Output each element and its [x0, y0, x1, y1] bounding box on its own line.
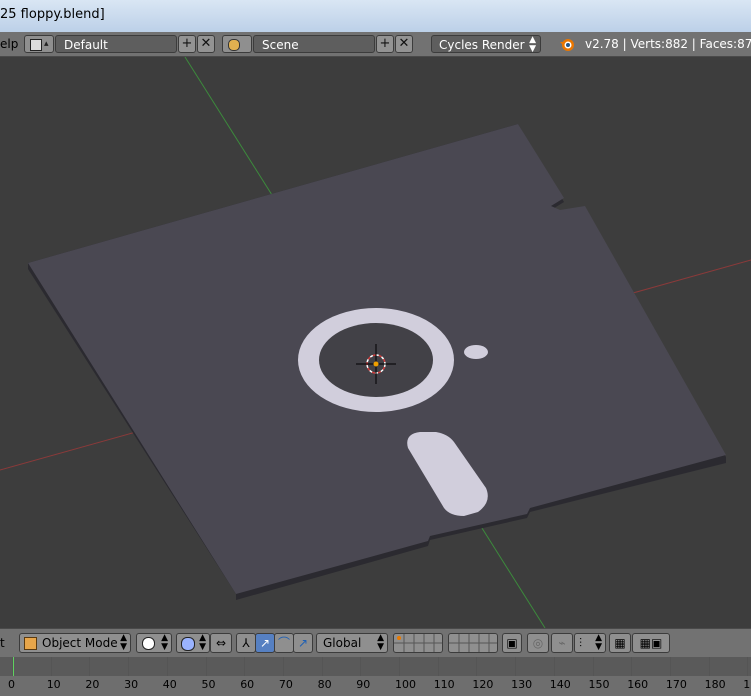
add-screen-button[interactable]: +	[178, 35, 196, 53]
timeline-tick-label: 100	[395, 678, 416, 691]
scale-manipulator-button[interactable]: ⌒	[274, 633, 294, 653]
snap-toggle-icon[interactable]: ⌁	[551, 633, 573, 653]
timeline-gridline	[89, 657, 91, 676]
timeline-tick-label: 90	[356, 678, 371, 691]
manipulator-extra-button[interactable]: ↗	[293, 633, 313, 653]
timeline-tick-label: 60	[240, 678, 255, 691]
timeline-tick-label: 170	[665, 678, 687, 691]
timeline-gridline	[476, 657, 478, 676]
blender-logo-icon	[560, 39, 574, 51]
delete-screen-button[interactable]: ✕	[197, 35, 215, 53]
layers-grid-2[interactable]	[448, 633, 498, 653]
timeline-gridline	[12, 657, 13, 676]
timeline-gridline	[166, 657, 168, 676]
timeline-editor[interactable]: 0 10 20 30 40 50 60 70 80 90 100 110 120 130 140 150 160…	[0, 657, 751, 696]
snap-element-dropdown[interactable]: ⫶ ▲ ▼	[574, 633, 606, 653]
timeline-tick-label: 80	[317, 678, 332, 691]
layout-icon	[30, 39, 42, 51]
timeline-gridline	[708, 657, 710, 676]
timeline-gridline	[592, 657, 594, 676]
timeline-tick-label: 10	[46, 678, 61, 691]
translate-manipulator-button[interactable]: ⅄	[236, 633, 256, 653]
timeline-tick-label: 0	[8, 678, 15, 691]
timeline-tick-label: 140	[549, 678, 571, 691]
timeline-gridline	[205, 657, 207, 676]
3d-view-header: t Object Mode ▲ ▼ ▲ ▼ ▲ ▼ ⇔ ⅄ ↗ ⌒ ↗ Global …	[0, 628, 751, 657]
lock-camera-icon[interactable]: ▣	[502, 633, 522, 653]
timeline-gridline	[50, 657, 52, 676]
timeline-gridline	[128, 657, 130, 676]
add-scene-button[interactable]: +	[376, 35, 394, 53]
render-animation-icon[interactable]: ▦▣	[632, 633, 670, 653]
timeline-gridline	[399, 657, 400, 676]
timeline-tick-label: 130	[511, 678, 533, 691]
screen-layout-selector[interactable]: ▴	[24, 35, 54, 53]
floppy-index-hole	[464, 345, 488, 359]
timeline-gridline	[553, 657, 555, 676]
timeline-strip	[0, 657, 751, 676]
updown-arrows-icon: ▲ ▼	[529, 35, 536, 54]
scene-selector[interactable]	[222, 35, 252, 53]
timeline-tick-label: 40	[162, 678, 177, 691]
rotate-manipulator-button[interactable]: ↗	[255, 633, 275, 653]
timeline-gridline	[437, 657, 439, 676]
timeline-tick-label: 70	[278, 678, 293, 691]
mode-dropdown[interactable]: Object Mode ▲ ▼	[19, 633, 131, 653]
opengl-render-icon[interactable]: ▦	[609, 633, 631, 653]
object-mode-icon	[24, 637, 37, 650]
window-titlebar: 25 floppy.blend]	[0, 0, 751, 33]
delete-scene-button[interactable]: ✕	[395, 35, 413, 53]
scene-icon	[228, 39, 240, 51]
timeline-gridline	[360, 657, 362, 676]
timeline-gridline	[282, 657, 284, 676]
timeline-tick-label: 30	[124, 678, 139, 691]
help-menu[interactable]: elp	[0, 37, 18, 51]
info-header: elp ▴ Default + ✕ Scene + ✕ Cycles Rende…	[0, 32, 751, 57]
viewport-shading-dropdown[interactable]: ▲ ▼	[136, 633, 172, 653]
scene-stats: v2.78 | Verts:882 | Faces:878 | T	[585, 37, 751, 51]
layers-grid-1[interactable]	[393, 633, 443, 653]
timeline-gridline	[515, 657, 517, 676]
timeline-gridline	[244, 657, 246, 676]
timeline-tick-label: 120	[472, 678, 494, 691]
proportional-edit-icon[interactable]: ◎	[527, 633, 549, 653]
timeline-gridline	[321, 657, 323, 676]
pivot-icon	[181, 637, 195, 651]
timeline-tick-label: 110	[433, 678, 455, 691]
timeline-tick-label: 160	[627, 678, 649, 691]
updown-arrows-icon: ▲ ▼	[120, 633, 127, 652]
timeline-gridline	[631, 657, 633, 676]
timeline-tick-label: 190	[743, 678, 751, 691]
window-title: 25 floppy.blend]	[0, 7, 105, 22]
timeline-tick-label: 20	[85, 678, 100, 691]
shading-icon	[142, 637, 155, 650]
transform-orientation-dropdown[interactable]: Global ▲ ▼	[316, 633, 388, 653]
render-engine-dropdown[interactable]: Cycles Render ▲ ▼	[431, 35, 541, 54]
scene-field[interactable]: Scene	[253, 35, 375, 53]
pivot-dropdown[interactable]: ▲ ▼	[176, 633, 210, 653]
3d-viewport[interactable]	[0, 57, 751, 628]
timeline-gridline	[747, 657, 749, 676]
timeline-ruler: 0 10 20 30 40 50 60 70 80 90 100 110 120 130 140 150 160…	[0, 657, 751, 696]
timeline-tick-label: 150	[588, 678, 610, 691]
timeline-tick-label: 180	[704, 678, 726, 691]
screen-layout-field[interactable]: Default	[55, 35, 177, 53]
chevron-updown-icon: ▴	[44, 39, 49, 49]
timeline-gridline	[669, 657, 671, 676]
manipulator-toggle-icon[interactable]: ⇔	[210, 633, 232, 653]
timeline-tick-label: 50	[201, 678, 216, 691]
object-menu[interactable]: t	[0, 636, 5, 650]
